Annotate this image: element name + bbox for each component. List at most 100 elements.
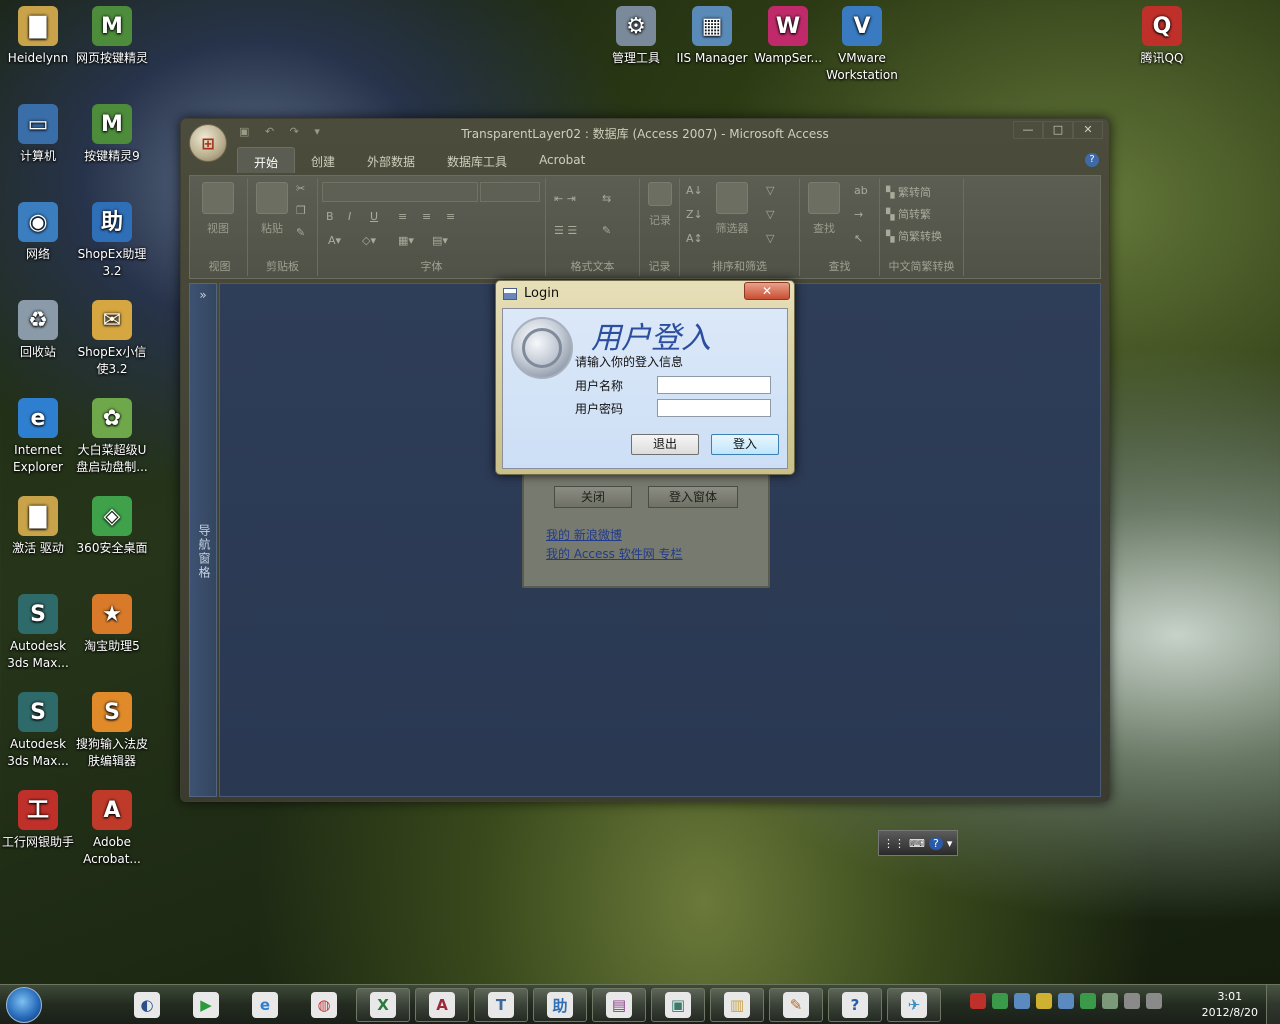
desktop-shortcut[interactable]: 助 ShopEx助理3.2 [74, 202, 150, 280]
advanced-filter-icon[interactable]: ▽ [766, 208, 774, 221]
start-button[interactable] [6, 987, 42, 1023]
toggle-filter-icon[interactable]: ▽ [766, 232, 774, 245]
taskbar-button[interactable]: e [238, 988, 292, 1022]
tray-icon[interactable] [1102, 993, 1118, 1009]
taskbar-button[interactable]: ◐ [120, 988, 174, 1022]
desktop-shortcut[interactable]: ▇ 激活 驱动 [0, 496, 76, 557]
login-dialog[interactable]: Login ✕ 用户登入 请输入你的登入信息 用户名称 用户密码 退出 登入 [495, 280, 795, 475]
taskbar-button[interactable]: ✎ [769, 988, 823, 1022]
minimize-button[interactable]: — [1013, 121, 1043, 139]
taskbar-button[interactable]: ▣ [651, 988, 705, 1022]
align-right-icon[interactable]: ≡ [446, 210, 455, 223]
langbar-help-icon[interactable]: ? [928, 836, 943, 850]
tray-icon[interactable] [1146, 993, 1162, 1009]
taskbar-button[interactable]: T [474, 988, 528, 1022]
taskbar-button[interactable]: ◍ [297, 988, 351, 1022]
desktop-shortcut[interactable]: ✿ 大白菜超级U盘启动盘制... [74, 398, 150, 476]
desktop-shortcut[interactable]: V VMware Workstation [824, 6, 900, 84]
desktop-shortcut[interactable]: ▇ Heidelynn [0, 6, 76, 67]
login-button[interactable]: 登入 [711, 434, 779, 455]
list-icon[interactable]: ☰ ☰ [554, 224, 577, 237]
desktop-shortcut[interactable]: ⚙ 管理工具 [598, 6, 674, 67]
username-field[interactable] [657, 376, 771, 394]
desktop-shortcut[interactable]: W WampSer... [750, 6, 826, 67]
tray-icon[interactable] [992, 993, 1008, 1009]
format-painter-icon[interactable]: ✎ [296, 226, 305, 239]
navigation-pane[interactable]: » 导航窗格 [189, 283, 217, 797]
taskbar-button[interactable]: ▤ [592, 988, 646, 1022]
desktop-shortcut[interactable]: A Adobe Acrobat... [74, 790, 150, 868]
login-window-button[interactable]: 登入窗体 [648, 486, 738, 508]
select-icon[interactable]: ↖ [854, 232, 863, 245]
tray-icon[interactable] [1058, 993, 1074, 1009]
taskbar-button[interactable]: 助 [533, 988, 587, 1022]
taskbar-button[interactable]: X [356, 988, 410, 1022]
sort-asc-icon[interactable]: A↓ [686, 184, 703, 197]
fill-color-icon[interactable]: ◇▾ [362, 234, 376, 247]
clock[interactable]: 3:01 2012/8/20 [1202, 989, 1258, 1021]
tray-icon[interactable] [1014, 993, 1030, 1009]
desktop-shortcut[interactable]: 工工行网银助手 [0, 790, 76, 851]
show-desktop-button[interactable] [1266, 985, 1280, 1024]
align-center-icon[interactable]: ≡ [422, 210, 431, 223]
tray-icon[interactable] [970, 993, 986, 1009]
desktop-shortcut[interactable]: ▦ IIS Manager [674, 6, 750, 67]
cut-icon[interactable]: ✂ [296, 182, 305, 195]
replace-icon[interactable]: ab [854, 184, 868, 197]
taskbar-button[interactable]: ▶ [179, 988, 233, 1022]
langbar-options-icon[interactable]: ▾ [947, 837, 953, 850]
keyboard-icon[interactable]: ⌨ [909, 837, 925, 850]
align-left-icon[interactable]: ≡ [398, 210, 407, 223]
desktop-shortcut[interactable]: S Autodesk 3ds Max... [0, 594, 76, 672]
taskbar-button[interactable]: ? [828, 988, 882, 1022]
direction-icon[interactable]: ⇆ [602, 192, 611, 205]
desktop-shortcut[interactable]: ♻ 回收站 [0, 300, 76, 361]
font-color-icon[interactable]: A▾ [328, 234, 341, 247]
gridlines-icon[interactable]: ▦▾ [398, 234, 414, 247]
alt-fill-icon[interactable]: ▤▾ [432, 234, 448, 247]
tray-icon[interactable] [1080, 993, 1096, 1009]
desktop-shortcut[interactable]: ◉ 网络 [0, 202, 76, 263]
exit-button[interactable]: 退出 [631, 434, 699, 455]
tray-icon[interactable] [1124, 993, 1140, 1009]
filter-button[interactable]: 筛选器 [710, 182, 754, 236]
underline-icon[interactable]: U [370, 210, 378, 223]
desktop-shortcut[interactable]: M 网页按键精灵 [74, 6, 150, 67]
font-size-select[interactable] [480, 182, 540, 202]
desktop-shortcut[interactable]: ★ 淘宝助理5 [74, 594, 150, 655]
taskbar-button[interactable]: ✈ [887, 988, 941, 1022]
indent-icon[interactable]: ⇤ ⇥ [554, 192, 576, 205]
desktop-shortcut[interactable]: S 搜狗输入法皮肤编辑器 [74, 692, 150, 770]
login-close-button[interactable]: ✕ [744, 282, 790, 300]
desktop-shortcut[interactable]: e Internet Explorer [0, 398, 76, 476]
simp-to-trad-button[interactable]: ▚ 简转繁 [886, 206, 931, 222]
desktop-shortcut[interactable]: ▭ 计算机 [0, 104, 76, 165]
tab-external-data[interactable]: 外部数据 [351, 147, 431, 173]
desktop-shortcut[interactable]: M 按键精灵9 [74, 104, 150, 165]
taskbar-button[interactable]: ▥ [710, 988, 764, 1022]
trad-to-simp-button[interactable]: ▚ 繁转简 [886, 184, 931, 200]
selection-filter-icon[interactable]: ▽ [766, 184, 774, 197]
view-button[interactable]: 视图 [196, 182, 240, 236]
desktop-shortcut[interactable]: ◈ 360安全桌面 [74, 496, 150, 557]
desktop-shortcut[interactable]: S Autodesk 3ds Max... [0, 692, 76, 770]
maximize-button[interactable]: □ [1043, 121, 1073, 139]
weibo-link[interactable]: 我的 新浪微博 [546, 526, 622, 543]
desktop-shortcut[interactable]: Q 腾讯QQ [1124, 6, 1200, 67]
conversion-button[interactable]: ▚ 简繁转换 [886, 228, 942, 244]
desktop-shortcut[interactable]: ✉ ShopEx小信使3.2 [74, 300, 150, 378]
records-button[interactable]: 记录 [638, 182, 682, 228]
paste-button[interactable]: 粘贴 [250, 182, 294, 236]
find-button[interactable]: 查找 [802, 182, 846, 236]
sort-desc-icon[interactable]: Z↓ [686, 208, 703, 221]
password-field[interactable] [657, 399, 771, 417]
goto-icon[interactable]: → [854, 208, 863, 221]
italic-icon[interactable]: I [348, 210, 351, 223]
close-button[interactable]: ✕ [1073, 121, 1103, 139]
help-icon[interactable]: ? [1085, 153, 1099, 167]
language-bar[interactable]: ⋮⋮ ⌨ ? ▾ [878, 830, 958, 856]
tray-icon[interactable] [1036, 993, 1052, 1009]
font-name-select[interactable] [322, 182, 478, 202]
bold-icon[interactable]: B [326, 210, 334, 223]
close-form-button[interactable]: 关闭 [554, 486, 632, 508]
